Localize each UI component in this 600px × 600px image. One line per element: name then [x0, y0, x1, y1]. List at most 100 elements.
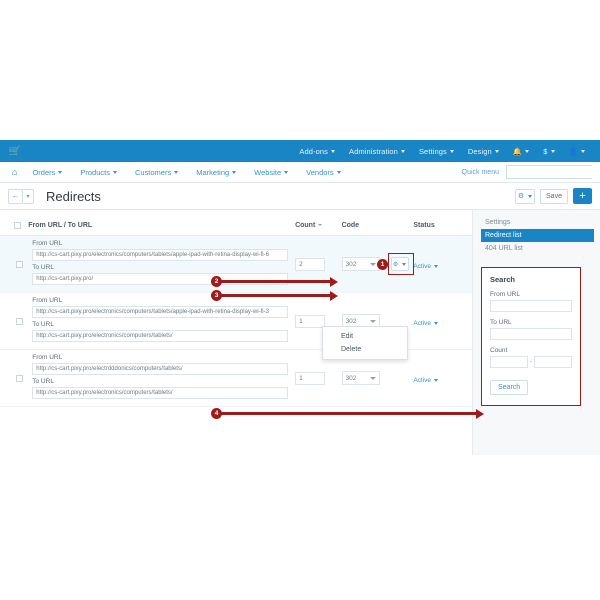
nav-item-vendors[interactable]: Vendors — [297, 168, 350, 177]
to-url-label: To URL — [32, 378, 54, 385]
row-count-cell: 2 — [293, 235, 340, 293]
status-badge[interactable]: Active — [413, 377, 439, 384]
chevron-down-icon — [494, 150, 499, 154]
status-label: Active — [413, 263, 432, 270]
chevron-down-icon — [369, 319, 376, 323]
header-url: From URL / To URL — [26, 216, 294, 236]
topbar-item-design-label: Design — [467, 146, 492, 156]
chevron-down-icon — [528, 194, 533, 198]
row-select-cell[interactable] — [0, 292, 27, 350]
chevron-down-icon — [434, 321, 439, 325]
status-badge[interactable]: Active — [413, 263, 439, 270]
search-to-url-input[interactable] — [490, 328, 572, 340]
topbar-item-design[interactable]: Design — [461, 147, 506, 156]
search-count-label: Count — [490, 347, 508, 354]
topbar-item-settings[interactable]: Settings — [412, 147, 461, 156]
row-checkbox[interactable] — [16, 317, 23, 325]
chevron-down-icon — [58, 171, 63, 175]
search-from-url-label: From URL — [490, 291, 520, 298]
count-input[interactable]: 2 — [295, 257, 326, 271]
from-url-input[interactable]: http://cs-cart.pixy.pro/electrdddonics/c… — [32, 363, 289, 375]
redirects-list-panel: From URL / To URL Count Code Status From… — [0, 210, 472, 455]
topbar-item-administration[interactable]: Administration — [342, 147, 412, 156]
header-select-all[interactable] — [0, 216, 27, 236]
currency-label: $ — [543, 146, 548, 156]
gear-icon: ⚙ — [392, 261, 399, 268]
topbar-item-addons[interactable]: Add-ons — [292, 147, 342, 156]
notifications-button[interactable]: 🔔 — [506, 147, 536, 156]
to-url-input[interactable]: http://cs-cart.pixy.pro/electronics/comp… — [32, 387, 289, 399]
back-dropdown-button[interactable]: ▾ — [23, 188, 34, 204]
row-tools-button[interactable]: ⚙ — [390, 257, 409, 271]
table-header-row: From URL / To URL Count Code Status — [0, 216, 472, 236]
save-button[interactable]: Save — [540, 188, 568, 204]
search-count-from-input[interactable] — [490, 356, 528, 368]
quick-search-input[interactable] — [510, 166, 600, 178]
page-settings-button[interactable]: ⚙ — [515, 188, 535, 204]
context-menu-item-edit[interactable]: Edit — [323, 330, 407, 343]
status-badge[interactable]: Active — [413, 320, 439, 327]
count-input[interactable]: 1 — [295, 314, 326, 328]
table-row[interactable]: From URL http://cs-cart.pixy.pro/electro… — [0, 235, 472, 293]
count-input[interactable]: 1 — [295, 371, 326, 385]
back-button[interactable]: ← — [8, 188, 23, 204]
chevron-down-icon — [336, 171, 341, 175]
select-all-checkbox[interactable] — [14, 222, 21, 229]
user-menu-button[interactable]: 👤 — [562, 147, 592, 156]
code-select[interactable]: 302 — [341, 257, 380, 271]
bell-icon: 🔔 — [512, 146, 523, 156]
header-count[interactable]: Count — [293, 216, 340, 236]
chevron-down-icon — [434, 264, 439, 268]
context-menu-item-delete[interactable]: Delete — [323, 343, 407, 356]
topbar-item-administration-label: Administration — [349, 146, 398, 156]
page-title: Redirects — [46, 188, 101, 204]
nav-item-orders-label: Orders — [32, 167, 56, 177]
from-url-input[interactable]: http://cs-cart.pixy.pro/electronics/comp… — [32, 249, 289, 261]
cart-icon[interactable]: 🛒 — [8, 144, 22, 158]
quick-search-box[interactable]: 🔍 — [506, 165, 600, 179]
row-context-menu[interactable]: Edit Delete — [322, 326, 408, 360]
nav-item-orders[interactable]: Orders — [23, 168, 71, 177]
home-icon[interactable]: ⌂ — [8, 167, 23, 177]
search-to-url-label: To URL — [490, 319, 512, 326]
nav-item-marketing-label: Marketing — [196, 167, 230, 177]
sidebar-item-redirect-list[interactable]: Redirect list — [481, 229, 594, 242]
from-url-label: From URL — [32, 354, 63, 361]
add-redirect-button[interactable]: + — [573, 188, 592, 204]
search-submit-button[interactable]: Search — [490, 380, 529, 395]
nav-item-website-label: Website — [254, 167, 282, 177]
to-url-input[interactable]: http://cs-cart.pixy.pro/electronics/comp… — [32, 330, 289, 342]
nav-item-marketing[interactable]: Marketing — [187, 168, 245, 177]
row-url-cell: From URL http://cs-cart.pixy.pro/electro… — [26, 292, 294, 350]
count-range-separator: - — [529, 358, 533, 366]
row-select-cell[interactable] — [0, 235, 27, 293]
to-url-label: To URL — [32, 321, 54, 328]
row-select-cell[interactable] — [0, 349, 27, 407]
search-from-url-input[interactable] — [490, 300, 572, 312]
code-select-value: 302 — [345, 374, 357, 382]
chevron-down-icon — [232, 171, 237, 175]
code-select-value: 302 — [345, 317, 357, 325]
code-select[interactable]: 302 — [341, 371, 380, 385]
nav-item-customers[interactable]: Customers — [126, 168, 187, 177]
topbar-item-settings-label: Settings — [418, 146, 447, 156]
header-count-label: Count — [295, 222, 316, 229]
search-count-to-input[interactable] — [534, 356, 572, 368]
search-panel-title: Search — [490, 275, 516, 284]
row-checkbox[interactable] — [16, 374, 23, 382]
nav-item-website[interactable]: Website — [245, 168, 297, 177]
chevron-down-icon — [434, 378, 439, 382]
sidebar-item-404-url-list[interactable]: 404 URL list — [481, 242, 594, 255]
chevron-down-icon — [369, 376, 376, 380]
row-checkbox[interactable] — [16, 260, 23, 268]
row-url-cell: From URL http://cs-cart.pixy.pro/electro… — [26, 235, 294, 293]
gear-icon: ⚙ — [517, 193, 525, 200]
to-url-input[interactable]: http://cs-cart.pixy.pro/ — [32, 273, 289, 285]
row-code-cell: 302 ⚙ — [339, 235, 414, 293]
chevron-down-icon — [550, 150, 555, 154]
nav-item-vendors-label: Vendors — [306, 167, 334, 177]
nav-item-products[interactable]: Products — [71, 168, 126, 177]
from-url-input[interactable]: http://cs-cart.pixy.pro/electronics/comp… — [32, 306, 289, 318]
search-count-range: - — [490, 356, 572, 368]
currency-selector[interactable]: $ — [536, 147, 561, 156]
